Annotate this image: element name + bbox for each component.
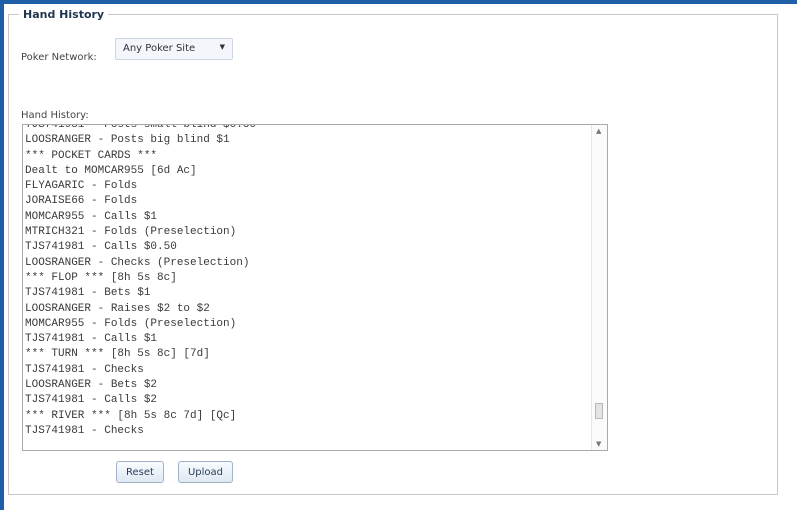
hand-history-line: LOOSRANGER - Checks (Preselection) (25, 256, 250, 269)
hand-history-text: TJS741981 - Posts small blind $0.50 LOOSR… (25, 124, 257, 439)
arrow-down-icon[interactable]: ▼ (596, 440, 601, 448)
hand-history-line: *** FLOP *** [8h 5s 8c] (25, 271, 177, 284)
hand-history-line: TJS741981 - Calls $1 (25, 333, 158, 346)
upload-button[interactable]: Upload (178, 461, 233, 483)
hand-history-line: LOOSRANGER - Posts big blind $1 (25, 134, 230, 147)
hand-history-line: TJS741981 - Checks (25, 363, 144, 376)
hand-history-line: Dealt to MOMCAR955 [6d Ac] (25, 164, 197, 177)
arrow-up-icon[interactable]: ▲ (596, 127, 601, 135)
hand-history-line: TJS741981 - Posts small blind $0.50 (25, 124, 257, 131)
hand-history-line: TJS741981 - Calls $0.50 (25, 241, 177, 254)
hand-history-line: LOOSRANGER - Raises $2 to $2 (25, 302, 210, 315)
reset-button[interactable]: Reset (116, 461, 164, 483)
hand-history-line: TJS741981 - Bets $1 (25, 287, 151, 300)
hand-history-line: MOMCAR955 - Folds (Preselection) (25, 317, 237, 330)
hand-history-line: FLYAGARIC - Folds (25, 180, 138, 193)
hand-history-line: *** POCKET CARDS *** (25, 149, 158, 162)
poker-network-value: Any Poker Site (123, 43, 196, 54)
hand-history-label: Hand History: (21, 110, 89, 121)
frame-top-border (0, 0, 797, 4)
hand-history-line: MTRICH321 - Folds (Preselection) (25, 226, 237, 239)
hand-history-line: *** RIVER *** [8h 5s 8c 7d] [Qc] (25, 409, 237, 422)
hand-history-line: LOOSRANGER - Bets $2 (25, 379, 158, 392)
caret-down-icon: ▼ (219, 43, 225, 51)
hand-history-line: MOMCAR955 - Calls $1 (25, 210, 158, 223)
textarea-scrollbar[interactable]: ▲ ▼ (591, 125, 607, 450)
hand-history-line: TJS741981 - Calls $2 (25, 394, 158, 407)
hand-history-textarea[interactable]: TJS741981 - Posts small blind $0.50 LOOSR… (22, 124, 608, 451)
frame-left-border (0, 0, 4, 510)
hand-history-line: TJS741981 - Checks (25, 424, 144, 437)
hand-history-line: JORAISE66 - Folds (25, 195, 138, 208)
poker-network-label: Poker Network: (21, 52, 97, 63)
hand-history-line: *** TURN *** [8h 5s 8c] [7d] (25, 348, 210, 361)
panel-title: Hand History (23, 8, 105, 21)
scrollbar-thumb[interactable] (595, 403, 603, 419)
poker-network-select[interactable]: Any Poker Site ▼ (115, 38, 233, 60)
